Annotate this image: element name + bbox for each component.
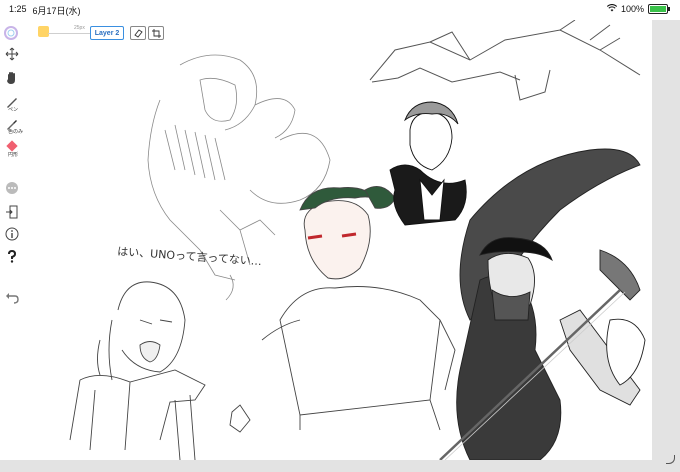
transform-button[interactable] (148, 26, 164, 40)
battery-percent: 100% (620, 4, 644, 14)
exit-button[interactable] (4, 204, 20, 220)
current-color-label: 円形 (8, 152, 19, 158)
exit-door-icon (6, 205, 18, 219)
hand-icon (7, 72, 15, 84)
undo-button[interactable] (4, 290, 20, 306)
wifi-icon (606, 4, 618, 14)
brush-size-value: 25px (74, 25, 85, 31)
more-dots-icon (6, 182, 18, 194)
eyedropper-tool-label: 色のみ (8, 129, 24, 135)
pen-tool-label: ペン (8, 107, 19, 113)
undo-icon (6, 293, 19, 304)
bottom-margin-bar (0, 460, 652, 472)
status-bar: 1:25 6月17日(水) 100% (0, 0, 680, 20)
color-wheel-button[interactable] (4, 26, 18, 40)
help-button[interactable] (4, 248, 20, 264)
status-time: 1:25 (9, 4, 27, 14)
right-margin-bar (652, 20, 680, 472)
info-icon (5, 227, 19, 241)
eraser-button[interactable] (130, 26, 146, 40)
more-options-button[interactable] (4, 180, 20, 196)
sketch-artwork: はい、UNOって言ってない… (69, 20, 646, 460)
move-tool[interactable] (4, 46, 20, 62)
info-button[interactable] (4, 226, 20, 242)
status-date: 6月17日(水) (32, 6, 81, 16)
layer-button[interactable]: Layer 2 (90, 26, 124, 40)
drawing-canvas[interactable]: はい、UNOって言ってない… (0, 20, 652, 460)
help-question-icon (8, 249, 17, 263)
brush-size-slider[interactable] (48, 33, 90, 34)
color-wheel-icon (4, 26, 18, 40)
eraser-icon (133, 28, 143, 38)
crop-icon (151, 28, 161, 38)
battery-icon (648, 4, 670, 14)
move-arrows-icon (5, 47, 19, 61)
handwriting-text: はい、UNOって言ってない… (117, 245, 262, 268)
hand-tool[interactable] (4, 70, 20, 86)
color-swatch-fill (38, 26, 49, 37)
